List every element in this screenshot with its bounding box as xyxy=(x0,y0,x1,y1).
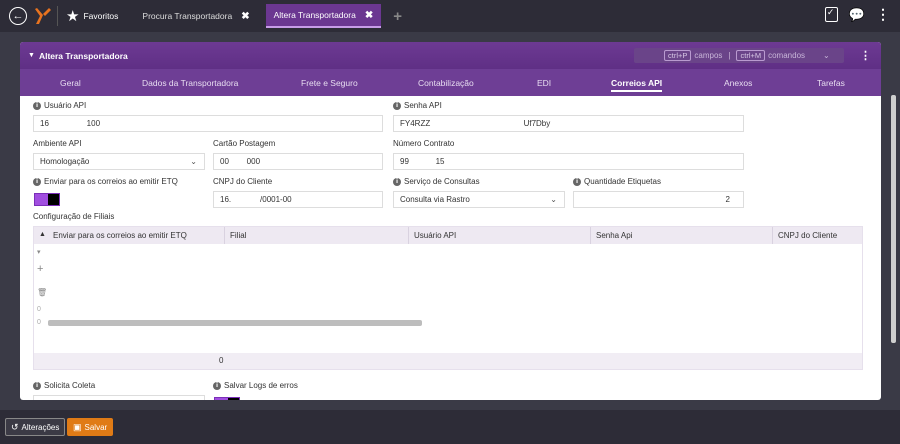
history-icon: ↺ xyxy=(11,421,19,432)
shortcut-divider: | xyxy=(728,51,731,60)
tab-tarefas[interactable]: Tarefas xyxy=(817,78,845,88)
comandos-label: comandos xyxy=(768,51,806,60)
salvar-logs-label: i Salvar Logs de erros xyxy=(213,381,298,390)
info-icon: i xyxy=(393,101,401,110)
row-count-a: 0 xyxy=(37,306,41,313)
tab-dados-transportadora[interactable]: Dados da Transportadora xyxy=(142,78,238,88)
back-icon[interactable]: ← xyxy=(9,7,27,25)
save-button[interactable]: ▣ Salvar xyxy=(67,418,114,436)
bottom-bar: ↺ Alterações ▣ Salvar xyxy=(0,410,900,444)
tab-label: Altera Transportadora xyxy=(273,10,356,20)
chevron-down-icon: ⌄ xyxy=(550,195,557,204)
quantidade-etiquetas-label: i Quantidade Etiquetas xyxy=(573,177,661,186)
salvar-logs-toggle[interactable] xyxy=(214,397,240,400)
filiais-grid: ▲ Enviar para os correios ao emitir ETQ … xyxy=(33,226,863,370)
chevron-down-icon: ⌄ xyxy=(190,399,197,400)
new-tab-button[interactable]: + xyxy=(393,8,402,25)
numero-contrato-label: Número Contrato xyxy=(393,139,455,148)
filiais-label: Configuração de Filiais xyxy=(33,212,115,221)
card-header: ▼ Altera Transportadora ctrl+P campos | … xyxy=(20,42,881,69)
grid-footer-count: 0 xyxy=(219,356,224,365)
favorites-button[interactable]: ★ Favoritos xyxy=(66,9,118,24)
col-filial[interactable]: Filial xyxy=(230,231,246,240)
ambiente-api-select[interactable]: Homologação ⌄ xyxy=(33,153,205,170)
grid-side-toolbar: ▾ + 🗑 0 0 xyxy=(34,244,48,354)
card-title: Altera Transportadora xyxy=(38,50,128,61)
tab-label: Procura Transportadora xyxy=(142,11,233,21)
quantidade-etiquetas-input[interactable]: 2 xyxy=(573,191,744,208)
cnpj-cliente-input[interactable]: 16. /0001-00 xyxy=(213,191,383,208)
top-bar: ← ★ Favoritos Procura Transportadora ✖ A… xyxy=(0,0,900,32)
close-icon[interactable]: ✖ xyxy=(365,10,373,21)
collapse-caret-icon[interactable]: ▼ xyxy=(28,52,35,59)
trash-icon[interactable]: 🗑 xyxy=(37,288,47,297)
cnpj-cliente-label: CNPJ do Cliente xyxy=(213,177,273,186)
servico-consultas-select[interactable]: Consulta via Rastro ⌄ xyxy=(393,191,565,208)
cartao-postagem-label: Cartão Postagem xyxy=(213,139,276,148)
column-divider xyxy=(772,227,773,244)
info-icon: i xyxy=(573,177,581,186)
card-menu-icon[interactable]: ⋮ xyxy=(860,49,871,62)
clipboard-check-icon[interactable] xyxy=(824,7,838,22)
enviar-correios-toggle[interactable] xyxy=(34,193,60,206)
tab-altera-transportadora[interactable]: Altera Transportadora ✖ xyxy=(265,4,382,28)
column-divider xyxy=(590,227,591,244)
campos-label: campos xyxy=(694,51,723,60)
main-card: ▼ Altera Transportadora ctrl+P campos | … xyxy=(20,42,881,400)
sort-asc-icon[interactable]: ▲ xyxy=(39,231,46,238)
numero-contrato-input[interactable]: 99 15 xyxy=(393,153,744,170)
solicita-coleta-label: i Solicita Coleta xyxy=(33,381,95,390)
star-icon: ★ xyxy=(66,7,80,25)
info-icon: i xyxy=(213,381,221,390)
servico-consultas-label: i Serviço de Consultas xyxy=(393,177,480,186)
info-icon: i xyxy=(33,177,41,186)
tab-contabilizacao[interactable]: Contabilização xyxy=(418,78,474,88)
campos-shortcut: ctrl+P xyxy=(664,50,692,61)
tab-correios-api[interactable]: Correios API xyxy=(611,78,663,92)
app-logo-icon xyxy=(35,8,51,24)
tab-anexos[interactable]: Anexos xyxy=(724,78,752,88)
comandos-shortcut: ctrl+M xyxy=(736,50,766,61)
horizontal-scrollbar[interactable] xyxy=(48,320,422,326)
tab-geral[interactable]: Geral xyxy=(60,78,81,88)
ambiente-api-label: Ambiente API xyxy=(33,139,82,148)
tab-frete-seguro[interactable]: Frete e Seguro xyxy=(301,78,358,88)
col-senha-api[interactable]: Senha Api xyxy=(596,231,632,240)
enviar-correios-label: i Enviar para os correios ao emitir ETQ xyxy=(33,177,178,186)
info-icon: i xyxy=(393,177,401,186)
cartao-postagem-input[interactable]: 00 000 xyxy=(213,153,383,170)
col-usuario-api[interactable]: Usuário API xyxy=(414,231,456,240)
col-cnpj-cliente[interactable]: CNPJ do Cliente xyxy=(778,231,837,240)
col-enviar-correios[interactable]: Enviar para os correios ao emitir ETQ xyxy=(53,231,187,240)
info-icon: i xyxy=(33,101,41,110)
grid-header: ▲ Enviar para os correios ao emitir ETQ … xyxy=(34,227,862,244)
usuario-api-label: i Usuário API xyxy=(33,101,86,110)
column-divider xyxy=(224,227,225,244)
chevron-down-icon[interactable]: ⌄ xyxy=(823,51,830,60)
separator xyxy=(57,6,58,26)
expand-icon[interactable]: ▾ xyxy=(37,248,41,256)
close-icon[interactable]: ✖ xyxy=(241,11,249,22)
add-row-icon[interactable]: + xyxy=(37,263,43,275)
usuario-api-input[interactable]: 16 100 xyxy=(33,115,383,132)
tab-edi[interactable]: EDI xyxy=(537,78,551,88)
favorites-label: Favoritos xyxy=(83,11,119,21)
vertical-scrollbar[interactable] xyxy=(891,95,896,343)
grid-footer: 0 xyxy=(34,353,862,369)
solicita-coleta-select[interactable]: ⌄ xyxy=(33,395,205,400)
save-icon: ▣ xyxy=(73,421,82,432)
column-divider xyxy=(408,227,409,244)
senha-api-input[interactable]: FY4RZZ Uf7Dby xyxy=(393,115,744,132)
row-count-b: 0 xyxy=(37,319,41,326)
alteracoes-button[interactable]: ↺ Alterações xyxy=(5,418,66,436)
correios-api-form: i Usuário API 16 100 i Senha API FY4RZZ … xyxy=(20,96,881,400)
chevron-down-icon: ⌄ xyxy=(190,157,197,166)
tab-bar: Geral Dados da Transportadora Frete e Se… xyxy=(20,69,881,96)
tab-procura-transportadora[interactable]: Procura Transportadora ✖ xyxy=(134,4,257,28)
info-icon: i xyxy=(33,381,41,390)
senha-api-label: i Senha API xyxy=(393,101,442,110)
command-search[interactable]: ctrl+P campos | ctrl+M comandos ⌄ xyxy=(634,48,844,63)
more-options-icon[interactable]: ⋮ xyxy=(876,6,890,23)
chat-icon[interactable]: 💬 xyxy=(849,7,865,23)
